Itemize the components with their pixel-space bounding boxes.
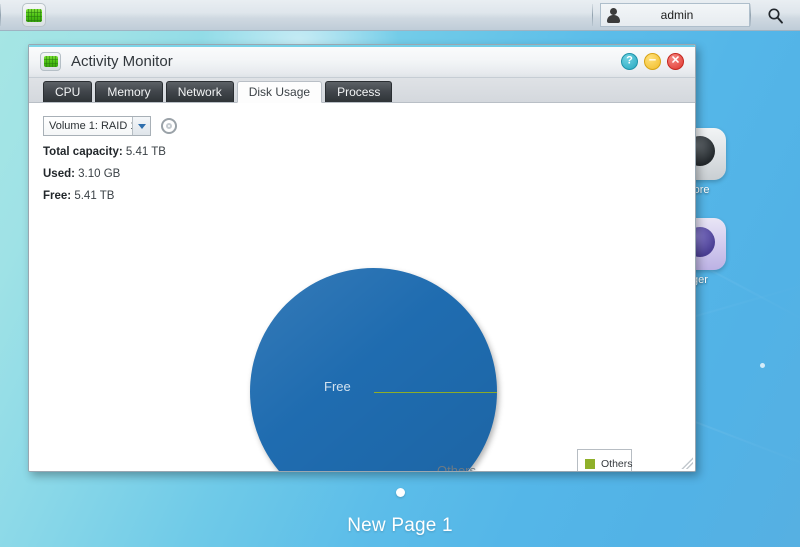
- tab-disk-usage[interactable]: Disk Usage: [236, 81, 323, 103]
- volume-select[interactable]: Volume 1: RAID 1: [43, 116, 151, 136]
- activity-monitor-icon: [43, 55, 58, 67]
- minimize-button[interactable]: –: [644, 51, 661, 70]
- tab-process[interactable]: Process: [325, 81, 393, 102]
- window-title: Activity Monitor: [71, 52, 173, 70]
- legend-label: Others: [601, 457, 633, 470]
- taskbar-app-icon[interactable]: [22, 3, 46, 27]
- volume-select-value: Volume 1: RAID 1: [49, 120, 137, 132]
- disk-usage-pie-chart: Free Others Others Free: [29, 192, 695, 471]
- pie-label-free: Free: [324, 379, 351, 394]
- tab-memory[interactable]: Memory: [95, 81, 163, 102]
- taskbar-divider: [592, 4, 593, 26]
- window-titlebar[interactable]: Activity Monitor ? – ✕: [29, 45, 695, 78]
- tab-network[interactable]: Network: [165, 81, 234, 102]
- window-resize-grip[interactable]: [681, 457, 693, 469]
- chevron-down-icon[interactable]: [132, 117, 150, 135]
- pie-slice-free[interactable]: [250, 268, 497, 471]
- activity-monitor-window: Activity Monitor ? – ✕ CPU Memory Networ…: [28, 44, 696, 472]
- tab-bar: CPU Memory Network Disk Usage Process: [29, 78, 695, 103]
- stat-total-capacity: Total capacity: 5.41 TB: [29, 146, 695, 158]
- window-app-icon: [40, 51, 61, 71]
- close-icon: ✕: [670, 54, 681, 66]
- user-name-label: admin: [660, 8, 694, 22]
- tab-label: Memory: [107, 85, 151, 99]
- help-button[interactable]: ?: [621, 52, 638, 70]
- page-title: New Page 1: [347, 515, 453, 536]
- user-menu-button[interactable]: admin: [600, 3, 750, 27]
- pie-chart-graphic: Free: [250, 268, 497, 471]
- stat-used: Used: 3.10 GB: [29, 168, 695, 180]
- stat-value: 5.41 TB: [125, 146, 166, 158]
- legend-swatch-others: [585, 458, 595, 469]
- tab-label: CPU: [55, 85, 81, 99]
- tab-label: Process: [337, 85, 381, 99]
- desktop-background: tore ger admin New Page 1 Activity Monit…: [0, 0, 800, 547]
- minimize-icon: –: [648, 51, 657, 66]
- tab-label: Network: [177, 85, 222, 99]
- tab-label: Disk Usage: [248, 85, 311, 99]
- refresh-icon[interactable]: [161, 118, 177, 134]
- page-indicator: New Page 1: [0, 488, 800, 537]
- search-icon: [767, 7, 783, 24]
- stat-value: 3.10 GB: [78, 168, 121, 180]
- chart-legend: Others Free: [577, 449, 633, 471]
- user-icon: [605, 7, 621, 23]
- close-button[interactable]: ✕: [667, 52, 684, 70]
- tab-cpu[interactable]: CPU: [43, 81, 93, 102]
- search-button[interactable]: [758, 3, 792, 27]
- background-sparkle: [760, 363, 765, 368]
- page-dot-indicator[interactable]: [395, 488, 405, 497]
- stat-label: Total capacity:: [43, 146, 123, 158]
- taskbar: admin: [0, 0, 800, 31]
- stat-label: Used:: [43, 168, 75, 180]
- taskbar-divider: [750, 4, 751, 26]
- taskbar-divider: [0, 4, 1, 26]
- activity-monitor-icon: [26, 8, 42, 22]
- legend-item-others[interactable]: Others: [585, 456, 633, 471]
- volume-toolbar: Volume 1: RAID 1: [29, 104, 695, 136]
- help-icon: ?: [626, 54, 633, 66]
- pie-label-others: Others: [437, 463, 477, 471]
- pie-slice-others[interactable]: [373, 391, 497, 393]
- window-controls: ? – ✕: [621, 51, 684, 70]
- disk-usage-panel: Volume 1: RAID 1 Total capacity: 5.41 TB…: [29, 104, 695, 471]
